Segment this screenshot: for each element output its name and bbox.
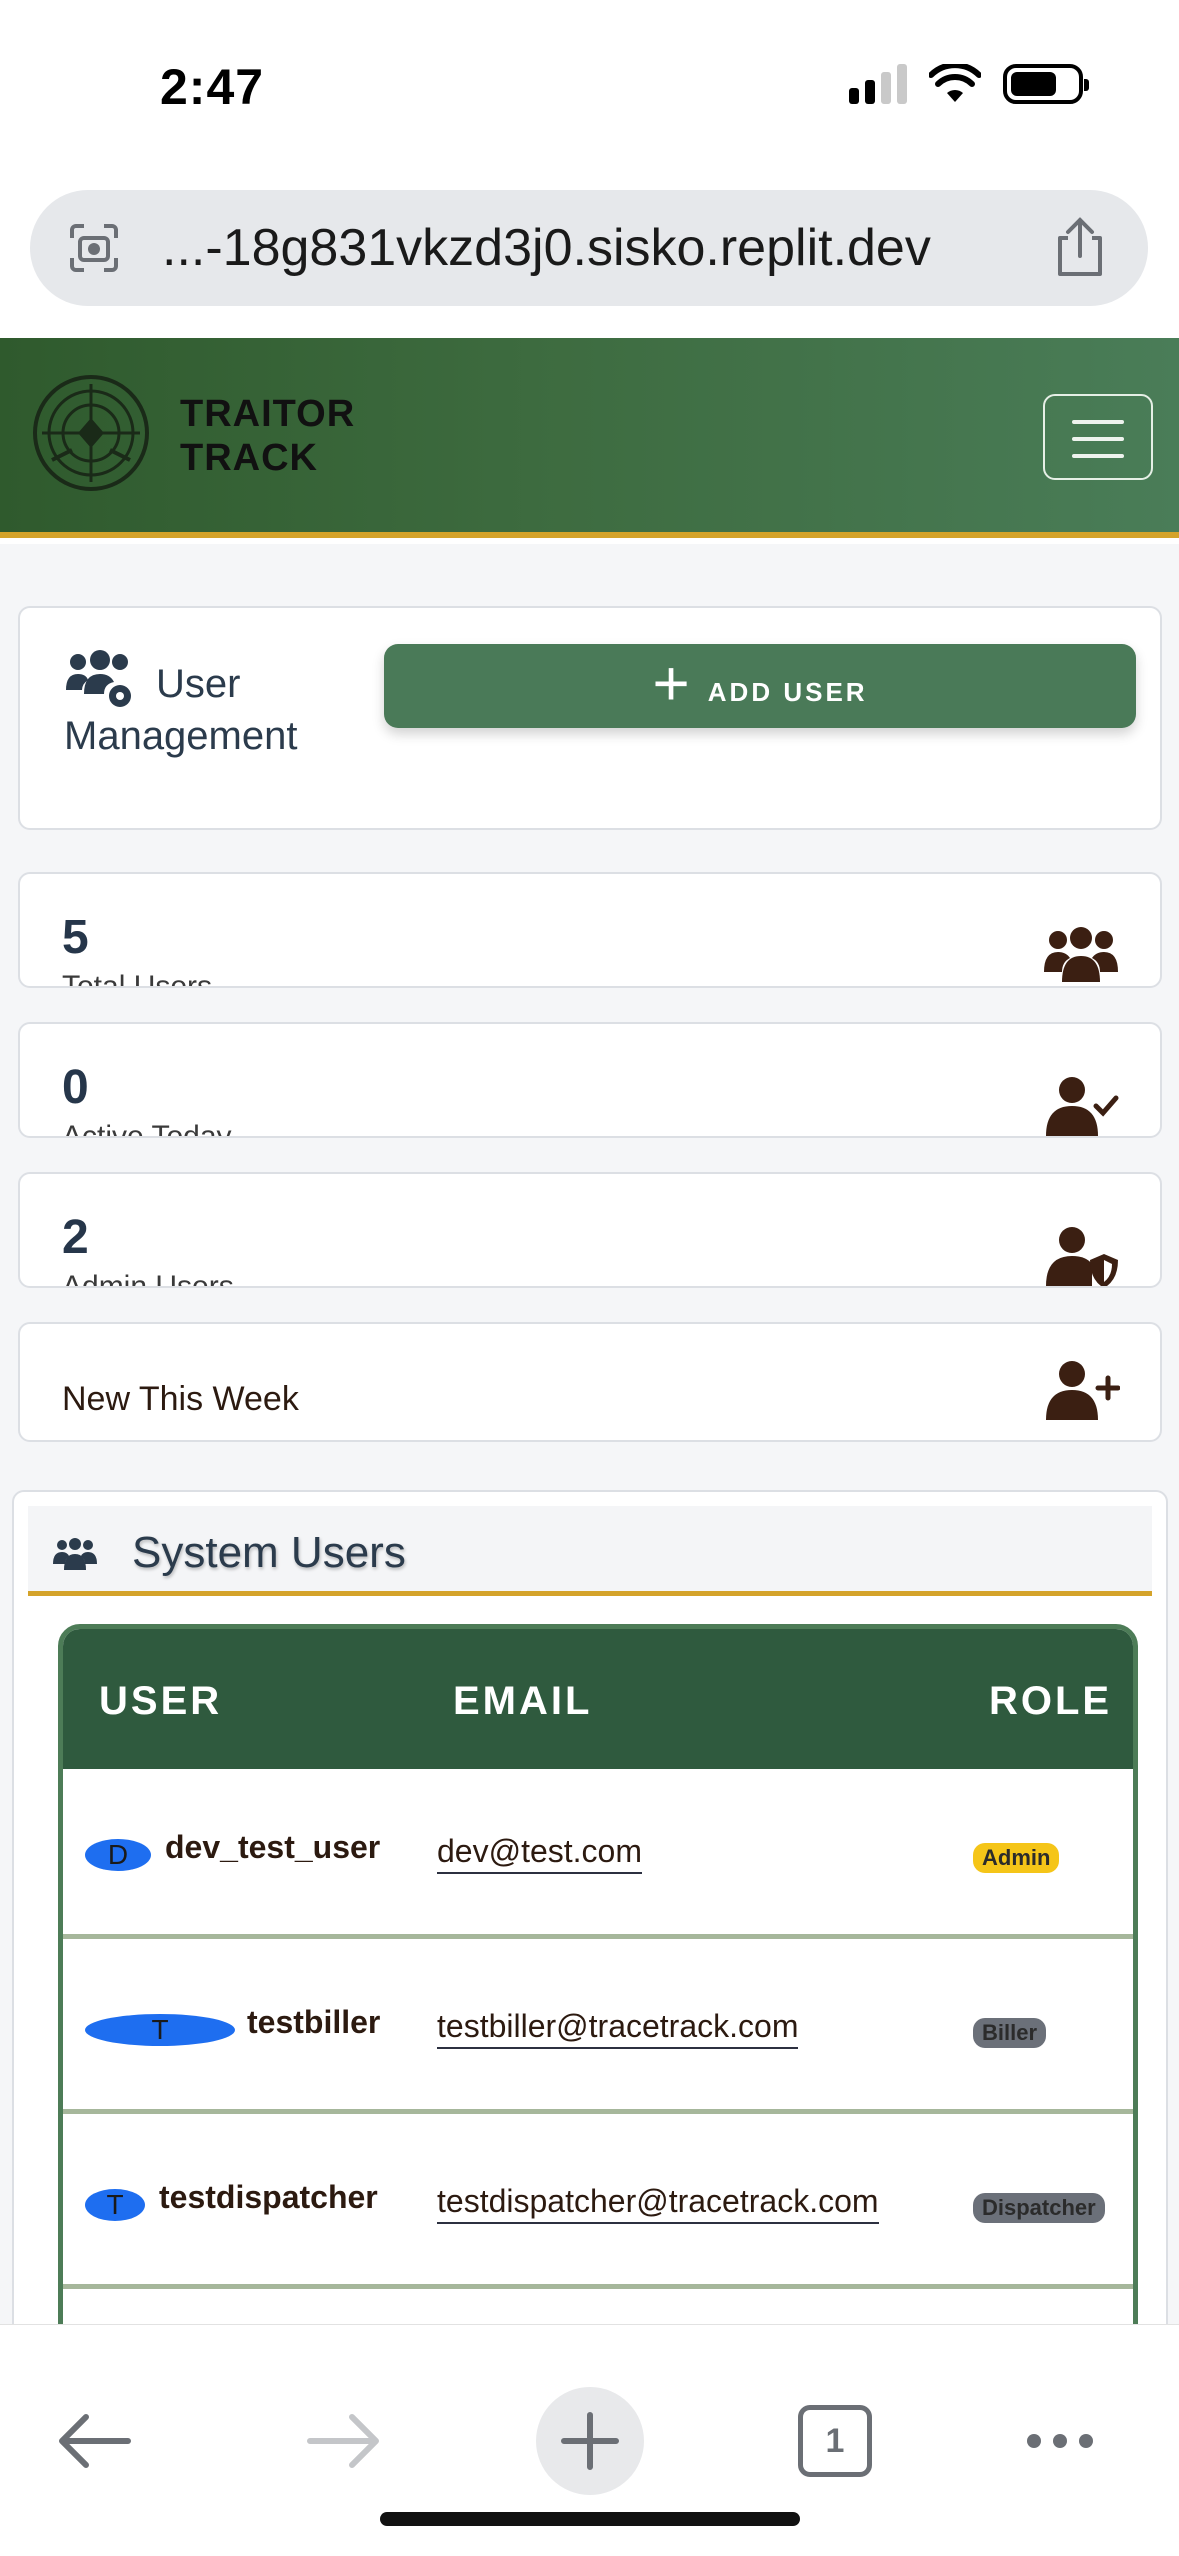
column-header-role[interactable]: ROLE xyxy=(989,1679,1112,1724)
avatar: T xyxy=(85,2014,235,2046)
stat-card-total-users: 5 Total Users xyxy=(18,872,1162,988)
back-arrow-icon[interactable] xyxy=(58,2413,132,2469)
more-options-icon[interactable] xyxy=(1024,2429,1096,2453)
add-user-button[interactable]: + ADD USER xyxy=(384,644,1136,728)
stat-caption: Total Users xyxy=(62,970,213,988)
menu-bar-icon xyxy=(1072,454,1124,458)
stat-value: 2 xyxy=(62,1211,89,1264)
users-table: USER EMAIL ROLE D dev_test_user dev@test… xyxy=(58,1624,1138,2324)
avatar: T xyxy=(85,2189,145,2221)
tab-switcher-button[interactable]: 1 xyxy=(798,2405,872,2477)
status-time: 2:47 xyxy=(160,59,265,115)
add-user-label: ADD USER xyxy=(707,676,868,707)
brand-name[interactable]: TRAITOR TRACK xyxy=(180,392,400,480)
role-badge: Biller xyxy=(973,2018,1047,2048)
username: testdispatcher xyxy=(159,2179,378,2215)
username: testbiller xyxy=(247,2004,381,2040)
battery-icon xyxy=(1003,64,1089,104)
section-title: System Users xyxy=(132,1528,406,1577)
user-management-card: User Management + ADD USER xyxy=(18,606,1162,830)
status-bar: 2:47 xyxy=(0,0,1179,175)
page-title-line-1: User xyxy=(156,662,241,706)
email-link[interactable]: dev@test.com xyxy=(437,1833,642,1874)
status-icons xyxy=(849,64,1089,104)
wifi-icon xyxy=(929,64,981,102)
avatar: D xyxy=(85,1839,151,1871)
stat-caption: Active Today xyxy=(62,1120,232,1138)
camera-scan-icon[interactable] xyxy=(66,220,122,276)
user-plus-icon xyxy=(1046,1361,1120,1420)
menu-bar-icon xyxy=(1072,420,1124,424)
role-badge: Admin xyxy=(973,1843,1060,1873)
table-row[interactable]: T testbiller testbiller@tracetrack.com B… xyxy=(63,1944,1133,2114)
users-icon xyxy=(1044,927,1118,982)
column-header-email[interactable]: EMAIL xyxy=(453,1679,592,1724)
system-users-card: System Users USER EMAIL ROLE D dev_test_… xyxy=(12,1490,1168,2324)
menu-bar-icon xyxy=(1072,437,1124,441)
column-header-user[interactable]: USER xyxy=(99,1679,222,1724)
plus-icon: + xyxy=(652,647,690,719)
main-content: User Management + ADD USER 5 Total Users… xyxy=(0,544,1179,2324)
app-header: TRAITOR TRACK xyxy=(0,338,1179,538)
stat-caption: New This Week xyxy=(62,1380,299,1418)
home-indicator[interactable] xyxy=(380,2512,800,2526)
brand-line-1: TRAITOR xyxy=(180,393,356,435)
new-tab-button[interactable] xyxy=(536,2387,644,2495)
logo-icon[interactable] xyxy=(32,374,150,492)
user-shield-icon xyxy=(1046,1227,1118,1286)
page-title: User Management xyxy=(64,658,364,762)
system-users-header: System Users xyxy=(28,1506,1152,1596)
forward-arrow-icon[interactable] xyxy=(306,2413,380,2469)
plus-icon xyxy=(561,2412,619,2470)
username: dev_test_user xyxy=(165,1829,381,1865)
brand-line-2: TRACK xyxy=(180,437,318,479)
stat-card-admin-users: 2 Admin Users xyxy=(18,1172,1162,1288)
stat-value: 5 xyxy=(62,911,89,964)
user-check-icon xyxy=(1046,1077,1119,1136)
stat-value: 0 xyxy=(62,1061,89,1114)
stat-caption: Admin Users xyxy=(62,1270,234,1288)
address-bar[interactable]: ...-18g831vkzd3j0.sisko.replit.dev xyxy=(30,190,1148,306)
hamburger-menu-button[interactable] xyxy=(1043,394,1153,480)
email-link[interactable]: testbiller@tracetrack.com xyxy=(437,2008,799,2049)
page-title-line-2: Management xyxy=(64,714,298,758)
table-row[interactable]: T testdispatcher testdispatcher@tracetra… xyxy=(63,2119,1133,2289)
email-link[interactable]: testdispatcher@tracetrack.com xyxy=(437,2183,879,2224)
stat-card-active-today: 0 Active Today xyxy=(18,1022,1162,1138)
stat-card-new-this-week: New This Week xyxy=(18,1322,1162,1442)
table-row[interactable]: D dev_test_user dev@test.com Admin xyxy=(63,1769,1133,1939)
table-header: USER EMAIL ROLE xyxy=(63,1629,1133,1769)
share-icon[interactable] xyxy=(1052,216,1108,280)
role-badge: Dispatcher xyxy=(973,2193,1105,2223)
users-icon xyxy=(53,1538,97,1570)
url-text[interactable]: ...-18g831vkzd3j0.sisko.replit.dev xyxy=(162,218,931,278)
cellular-signal-icon xyxy=(849,64,907,104)
